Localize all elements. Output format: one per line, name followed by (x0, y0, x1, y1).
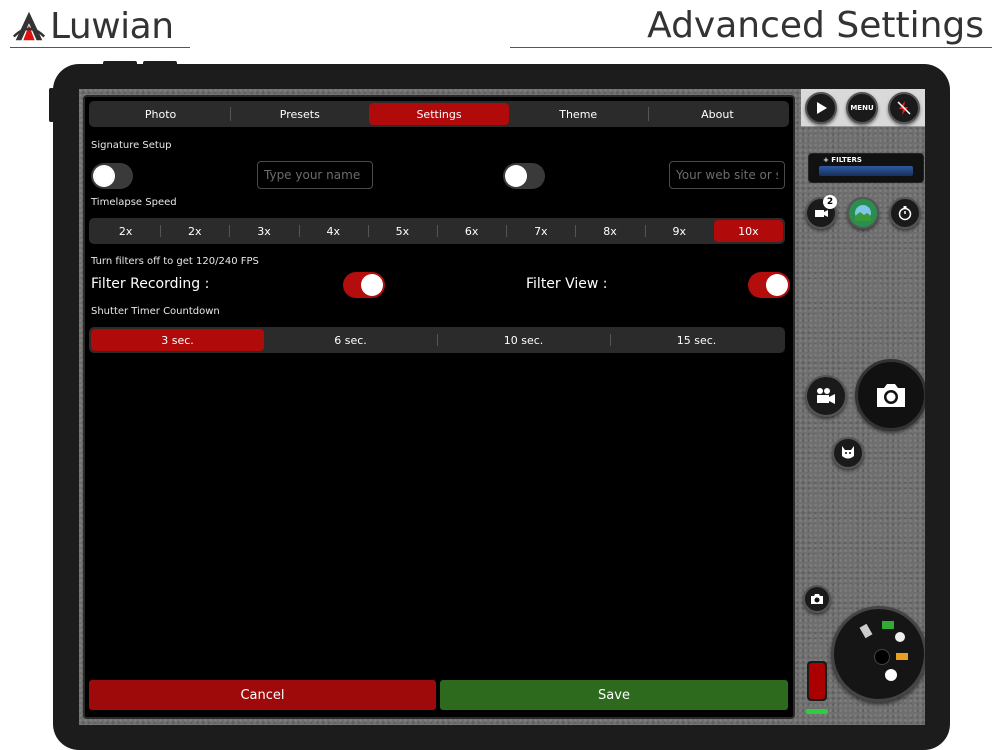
cat-mode-button[interactable] (832, 437, 864, 469)
mode-dial[interactable] (831, 606, 925, 702)
status-led (806, 709, 828, 714)
filters-fps-note: Turn filters off to get 120/240 FPS (91, 256, 259, 267)
timelapse-option[interactable]: 2x (160, 220, 229, 242)
toggle-knob (361, 274, 383, 296)
flash-off-button[interactable] (888, 92, 920, 124)
shutter-option[interactable]: 10 sec. (437, 329, 610, 351)
menu-button[interactable]: MENU (846, 92, 878, 124)
filters-panel[interactable]: + FILTERS (808, 153, 924, 183)
video-record-button[interactable] (805, 375, 847, 417)
tab-presets[interactable]: Presets (230, 103, 369, 125)
timelapse-speed-label: Timelapse Speed (91, 197, 177, 208)
timer-button[interactable] (889, 197, 921, 229)
stopwatch-icon (898, 206, 912, 221)
timelapse-option[interactable]: 6x (437, 220, 506, 242)
timelapse-option[interactable]: 4x (298, 220, 368, 242)
video-mode-button[interactable]: 2 (805, 195, 837, 229)
flashlight-icon (809, 663, 825, 699)
tab-theme[interactable]: Theme (509, 103, 648, 125)
filters-label: + FILTERS (823, 156, 862, 164)
tablet-frame: Photo Presets Settings Theme About Signa… (49, 61, 950, 750)
timelapse-option[interactable]: 7x (506, 220, 575, 242)
filter-recording-toggle[interactable] (343, 272, 385, 298)
timelapse-option[interactable]: 2x (91, 220, 160, 242)
app-screen: Photo Presets Settings Theme About Signa… (79, 89, 925, 725)
shutter-option[interactable]: 6 sec. (264, 329, 437, 351)
toggle-knob (766, 274, 788, 296)
torch-toggle[interactable] (807, 661, 827, 701)
filter-view-label: Filter View : (526, 276, 608, 292)
tab-bar: Photo Presets Settings Theme About (89, 101, 789, 127)
tab-about[interactable]: About (647, 103, 787, 125)
shutter-button[interactable] (855, 359, 925, 431)
filter-recording-label: Filter Recording : (91, 276, 210, 292)
timelapse-option[interactable]: 8x (575, 220, 644, 242)
timelapse-option[interactable]: 9x (644, 220, 714, 242)
tablet-volume-button (103, 61, 137, 66)
camera-controls: MENU + FILTERS 2 (801, 89, 925, 725)
tablet-volume-button (143, 61, 177, 66)
filter-view-toggle[interactable] (748, 272, 790, 298)
switch-camera-button[interactable] (803, 585, 831, 613)
signature-name-input[interactable] (257, 161, 373, 189)
signature-website-toggle[interactable] (503, 163, 545, 189)
luwian-logo-icon (12, 11, 46, 40)
play-icon (817, 102, 827, 114)
gallery-button[interactable] (847, 197, 879, 229)
shutter-option-selected[interactable]: 3 sec. (91, 329, 264, 351)
timelapse-speed-selector: 2x 2x 3x 4x 5x 6x 7x 8x 9x 10x (89, 218, 785, 244)
page-title: Advanced Settings (510, 6, 992, 48)
toggle-knob (93, 165, 115, 187)
timelapse-option[interactable]: 5x (367, 220, 437, 242)
brand-header: Luwian (10, 6, 190, 48)
brand-name: Luwian (50, 5, 174, 47)
movie-camera-icon (817, 388, 835, 404)
play-button[interactable] (805, 92, 837, 124)
toggle-knob (505, 165, 527, 187)
page: Luwian Advanced Settings Photo Presets S… (0, 0, 1000, 750)
filters-bar (819, 166, 913, 176)
signature-name-toggle[interactable] (91, 163, 133, 189)
flash-off-icon (897, 101, 911, 115)
signature-website-input[interactable] (669, 161, 785, 189)
count-badge: 2 (823, 195, 837, 209)
tablet-side-button (49, 88, 54, 122)
camera-rotate-icon (811, 594, 823, 604)
timelapse-option-selected[interactable]: 10x (713, 220, 784, 242)
shutter-option[interactable]: 15 sec. (610, 329, 783, 351)
timelapse-option[interactable]: 3x (229, 220, 298, 242)
tab-photo[interactable]: Photo (91, 103, 230, 125)
cancel-button[interactable]: Cancel (89, 680, 436, 710)
settings-panel: Photo Presets Settings Theme About Signa… (83, 95, 795, 719)
signature-setup-label: Signature Setup (91, 140, 172, 151)
save-button[interactable]: Save (440, 680, 788, 710)
tab-settings[interactable]: Settings (369, 103, 509, 125)
camera-icon (877, 384, 905, 407)
cat-icon (842, 446, 854, 459)
dial-hub (874, 649, 890, 665)
landscape-icon (855, 205, 871, 221)
shutter-timer-label: Shutter Timer Countdown (91, 306, 220, 317)
shutter-timer-selector: 3 sec. 6 sec. 10 sec. 15 sec. (89, 327, 785, 353)
